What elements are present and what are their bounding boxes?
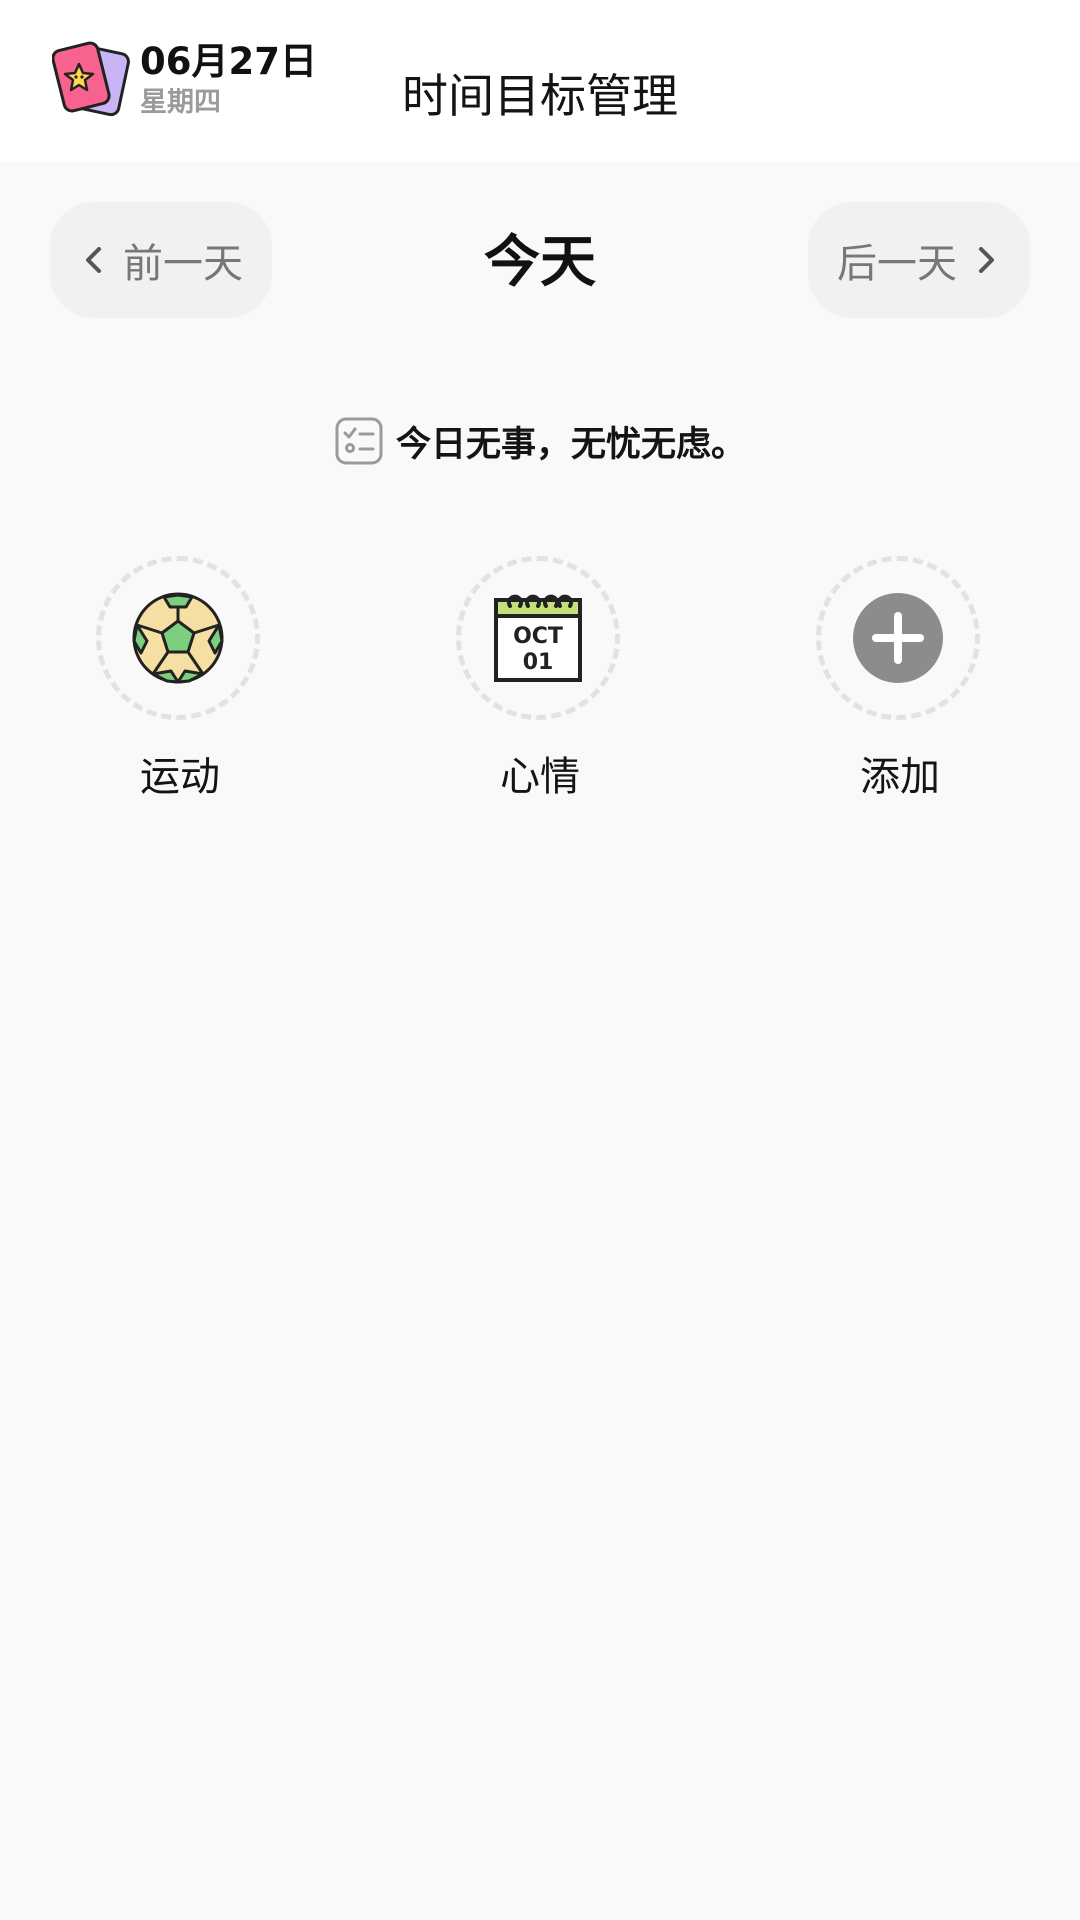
page-title: 时间目标管理 [402,69,678,123]
calendar-day-text: 01 [523,650,554,675]
chevron-right-icon [979,247,994,273]
empty-state-text: 今日无事，无忧无虑。 [395,424,746,465]
category-sport[interactable]: 运动 [80,556,280,806]
empty-state-message: 今日无事，无忧无虑。 [0,416,1080,466]
next-day-button[interactable]: 后一天 [808,202,1030,318]
next-day-label: 后一天 [837,241,957,287]
category-label: 运动 [140,754,220,800]
app-header: 06月27日 星期四 时间目标管理 [0,0,1080,162]
soccer-ball-icon [132,592,224,684]
category-mood[interactable]: OCT 01 心情 [440,556,640,806]
category-add[interactable]: 添加 [800,556,1000,806]
category-icon-circle[interactable] [816,556,980,720]
category-icon-circle[interactable] [96,556,260,720]
calendar-icon: OCT 01 [494,594,582,682]
add-icon [853,593,943,683]
add-category-label: 添加 [860,754,940,800]
category-label: 心情 [500,754,580,800]
category-icon-circle[interactable]: OCT 01 [456,556,620,720]
calendar-month-text: OCT [513,624,563,649]
checklist-icon [335,417,383,465]
